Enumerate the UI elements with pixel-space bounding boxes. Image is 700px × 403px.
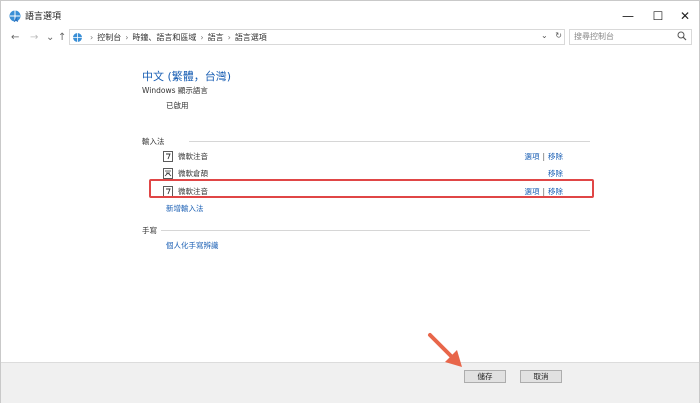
input-methods-label: 輸入法	[142, 137, 165, 146]
save-button[interactable]: 儲存	[464, 370, 506, 383]
input-method-row: 微軟注音 選項 | 移除	[163, 149, 563, 163]
language-title: 中文 (繁體，台灣)	[142, 70, 232, 83]
input-method-name: 微軟倉頡	[178, 168, 208, 178]
highlight-box	[149, 179, 594, 198]
back-button[interactable]: ←	[11, 32, 19, 43]
close-button[interactable]: ✕	[670, 1, 700, 31]
search-icon[interactable]	[677, 31, 687, 41]
breadcrumb-separator-icon: ›	[90, 32, 94, 42]
address-dropdown-button[interactable]: ⌄	[541, 31, 548, 40]
display-language-status: 已啟用	[166, 101, 189, 110]
handwriting-label: 手寫	[142, 226, 157, 235]
minimize-button[interactable]: —	[613, 1, 643, 31]
breadcrumb-language-options[interactable]: 語言選項	[235, 32, 267, 43]
remove-link[interactable]: 移除	[548, 169, 563, 178]
maximize-button[interactable]: ☐	[643, 1, 673, 31]
keyboard-ime-icon	[163, 150, 173, 162]
control-panel-icon	[73, 32, 82, 42]
remove-link[interactable]: 移除	[548, 152, 563, 161]
footer-bar: 儲存 取消	[1, 362, 699, 403]
cancel-button[interactable]: 取消	[520, 370, 562, 383]
divider	[161, 230, 590, 231]
divider	[189, 141, 590, 142]
personalize-handwriting-link[interactable]: 個人化手寫辨識	[166, 240, 219, 251]
input-method-name: 微軟注音	[178, 151, 208, 161]
search-input[interactable]: 搜尋控制台	[569, 29, 692, 45]
breadcrumb-separator-icon: ›	[227, 32, 231, 42]
annotation-arrow-icon	[428, 333, 462, 367]
refresh-button[interactable]: ↻	[555, 31, 562, 40]
address-bar[interactable]: › 控制台 › 時鐘、語言和區域 › 語言 › 語言選項 ⌄ ↻	[69, 29, 565, 45]
link-separator: |	[542, 152, 545, 161]
language-options-window: A 語言選項 — ☐ ✕ ← → ⌄ ↑ › 控制台 › 時鐘、語言和區域 › …	[0, 0, 700, 403]
display-language-label: Windows 顯示語言	[142, 86, 208, 95]
up-button[interactable]: ↑	[58, 32, 66, 43]
language-globe-icon: A	[9, 10, 21, 23]
window-title: 語言選項	[25, 12, 62, 22]
breadcrumb-clock-language-region[interactable]: 時鐘、語言和區域	[132, 32, 196, 43]
forward-button[interactable]: →	[30, 32, 38, 43]
breadcrumb-language[interactable]: 語言	[208, 32, 224, 43]
breadcrumb-control-panel[interactable]: 控制台	[97, 32, 121, 43]
cangjie-ime-icon	[163, 167, 173, 179]
breadcrumb-separator-icon: ›	[200, 32, 204, 42]
input-method-row: 微軟倉頡 移除	[163, 166, 563, 180]
options-link[interactable]: 選項	[524, 152, 539, 161]
breadcrumb-separator-icon: ›	[125, 32, 129, 42]
title-bar: A 語言選項 — ☐ ✕	[1, 1, 699, 31]
add-input-method-link[interactable]: 新增輸入法	[166, 203, 204, 214]
recent-locations-button[interactable]: ⌄	[46, 32, 54, 43]
search-placeholder: 搜尋控制台	[574, 32, 614, 41]
